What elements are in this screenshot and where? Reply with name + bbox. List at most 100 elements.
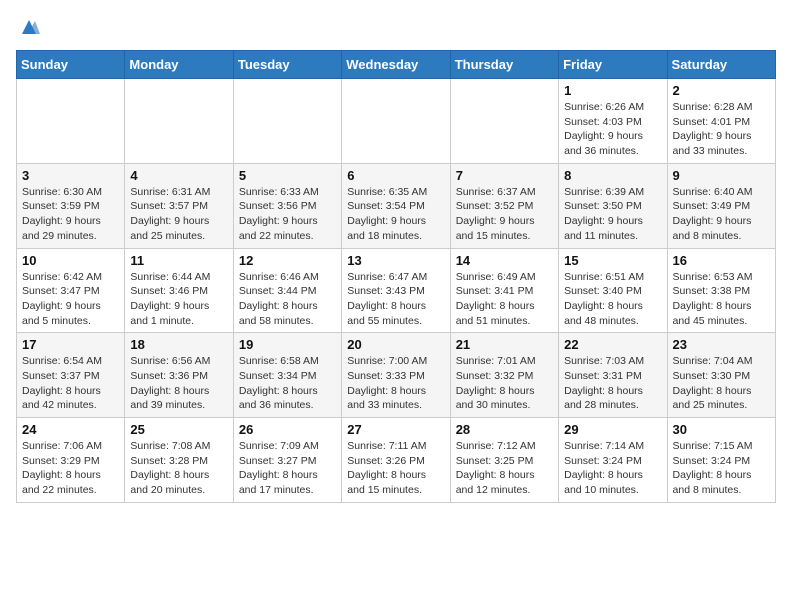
- calendar-week-row: 24 Sunrise: 7:06 AM Sunset: 3:29 PM Dayli…: [17, 418, 776, 503]
- day-info: Sunrise: 6:56 AM Sunset: 3:36 PM Dayligh…: [130, 354, 227, 413]
- calendar-cell: [233, 79, 341, 164]
- day-number: 29: [564, 422, 661, 437]
- calendar-header-thursday: Thursday: [450, 51, 558, 79]
- calendar-cell: 26 Sunrise: 7:09 AM Sunset: 3:27 PM Dayli…: [233, 418, 341, 503]
- day-number: 24: [22, 422, 119, 437]
- calendar-header-row: SundayMondayTuesdayWednesdayThursdayFrid…: [17, 51, 776, 79]
- calendar-cell: 17 Sunrise: 6:54 AM Sunset: 3:37 PM Dayli…: [17, 333, 125, 418]
- calendar-table: SundayMondayTuesdayWednesdayThursdayFrid…: [16, 50, 776, 503]
- logo-icon: [18, 16, 40, 38]
- day-info: Sunrise: 7:04 AM Sunset: 3:30 PM Dayligh…: [673, 354, 770, 413]
- day-number: 21: [456, 337, 553, 352]
- calendar-week-row: 3 Sunrise: 6:30 AM Sunset: 3:59 PM Daylig…: [17, 163, 776, 248]
- day-info: Sunrise: 6:37 AM Sunset: 3:52 PM Dayligh…: [456, 185, 553, 244]
- calendar-cell: 29Sunrise: 7:14 AM Sunset: 3:24 PM Dayli…: [559, 418, 667, 503]
- day-info: Sunrise: 6:44 AM Sunset: 3:46 PM Dayligh…: [130, 270, 227, 329]
- calendar-cell: 11 Sunrise: 6:44 AM Sunset: 3:46 PM Dayli…: [125, 248, 233, 333]
- calendar-cell: 15Sunrise: 6:51 AM Sunset: 3:40 PM Dayli…: [559, 248, 667, 333]
- day-number: 3: [22, 168, 119, 183]
- calendar-cell: 3 Sunrise: 6:30 AM Sunset: 3:59 PM Daylig…: [17, 163, 125, 248]
- day-info: Sunrise: 6:53 AM Sunset: 3:38 PM Dayligh…: [673, 270, 770, 329]
- day-number: 26: [239, 422, 336, 437]
- logo: [16, 16, 40, 38]
- calendar-cell: [450, 79, 558, 164]
- day-number: 14: [456, 253, 553, 268]
- day-info: Sunrise: 6:26 AM Sunset: 4:03 PM Dayligh…: [564, 100, 661, 159]
- calendar-cell: 18Sunrise: 6:56 AM Sunset: 3:36 PM Dayli…: [125, 333, 233, 418]
- calendar-week-row: 1 Sunrise: 6:26 AM Sunset: 4:03 PM Daylig…: [17, 79, 776, 164]
- calendar-cell: 19 Sunrise: 6:58 AM Sunset: 3:34 PM Dayli…: [233, 333, 341, 418]
- day-info: Sunrise: 6:31 AM Sunset: 3:57 PM Dayligh…: [130, 185, 227, 244]
- day-info: Sunrise: 6:30 AM Sunset: 3:59 PM Dayligh…: [22, 185, 119, 244]
- day-number: 1: [564, 83, 661, 98]
- day-number: 27: [347, 422, 444, 437]
- day-number: 2: [673, 83, 770, 98]
- day-number: 5: [239, 168, 336, 183]
- calendar-cell: [125, 79, 233, 164]
- calendar-cell: 4 Sunrise: 6:31 AM Sunset: 3:57 PM Daylig…: [125, 163, 233, 248]
- day-number: 17: [22, 337, 119, 352]
- calendar-cell: 13Sunrise: 6:47 AM Sunset: 3:43 PM Dayli…: [342, 248, 450, 333]
- calendar-cell: 27Sunrise: 7:11 AM Sunset: 3:26 PM Dayli…: [342, 418, 450, 503]
- day-info: Sunrise: 6:28 AM Sunset: 4:01 PM Dayligh…: [673, 100, 770, 159]
- calendar-cell: 6Sunrise: 6:35 AM Sunset: 3:54 PM Daylig…: [342, 163, 450, 248]
- day-info: Sunrise: 7:03 AM Sunset: 3:31 PM Dayligh…: [564, 354, 661, 413]
- day-number: 10: [22, 253, 119, 268]
- calendar-cell: 28 Sunrise: 7:12 AM Sunset: 3:25 PM Dayli…: [450, 418, 558, 503]
- day-info: Sunrise: 7:08 AM Sunset: 3:28 PM Dayligh…: [130, 439, 227, 498]
- day-info: Sunrise: 7:15 AM Sunset: 3:24 PM Dayligh…: [673, 439, 770, 498]
- calendar-cell: 2 Sunrise: 6:28 AM Sunset: 4:01 PM Daylig…: [667, 79, 775, 164]
- calendar-cell: 5 Sunrise: 6:33 AM Sunset: 3:56 PM Daylig…: [233, 163, 341, 248]
- calendar-cell: 20Sunrise: 7:00 AM Sunset: 3:33 PM Dayli…: [342, 333, 450, 418]
- day-info: Sunrise: 7:12 AM Sunset: 3:25 PM Dayligh…: [456, 439, 553, 498]
- calendar-cell: 9 Sunrise: 6:40 AM Sunset: 3:49 PM Daylig…: [667, 163, 775, 248]
- day-info: Sunrise: 6:54 AM Sunset: 3:37 PM Dayligh…: [22, 354, 119, 413]
- calendar-week-row: 17 Sunrise: 6:54 AM Sunset: 3:37 PM Dayli…: [17, 333, 776, 418]
- day-number: 16: [673, 253, 770, 268]
- day-number: 23: [673, 337, 770, 352]
- day-info: Sunrise: 6:58 AM Sunset: 3:34 PM Dayligh…: [239, 354, 336, 413]
- calendar-cell: 25Sunrise: 7:08 AM Sunset: 3:28 PM Dayli…: [125, 418, 233, 503]
- page-header: [16, 16, 776, 38]
- calendar-header-monday: Monday: [125, 51, 233, 79]
- day-number: 4: [130, 168, 227, 183]
- calendar-header-tuesday: Tuesday: [233, 51, 341, 79]
- day-number: 30: [673, 422, 770, 437]
- day-info: Sunrise: 6:42 AM Sunset: 3:47 PM Dayligh…: [22, 270, 119, 329]
- day-number: 28: [456, 422, 553, 437]
- calendar-cell: 7 Sunrise: 6:37 AM Sunset: 3:52 PM Daylig…: [450, 163, 558, 248]
- calendar-cell: 10 Sunrise: 6:42 AM Sunset: 3:47 PM Dayli…: [17, 248, 125, 333]
- day-number: 11: [130, 253, 227, 268]
- calendar-header-wednesday: Wednesday: [342, 51, 450, 79]
- calendar-cell: 16 Sunrise: 6:53 AM Sunset: 3:38 PM Dayli…: [667, 248, 775, 333]
- day-info: Sunrise: 6:49 AM Sunset: 3:41 PM Dayligh…: [456, 270, 553, 329]
- calendar-cell: 30 Sunrise: 7:15 AM Sunset: 3:24 PM Dayli…: [667, 418, 775, 503]
- day-number: 15: [564, 253, 661, 268]
- calendar-cell: 14 Sunrise: 6:49 AM Sunset: 3:41 PM Dayli…: [450, 248, 558, 333]
- calendar-cell: [342, 79, 450, 164]
- day-number: 22: [564, 337, 661, 352]
- day-info: Sunrise: 6:33 AM Sunset: 3:56 PM Dayligh…: [239, 185, 336, 244]
- calendar-cell: 22 Sunrise: 7:03 AM Sunset: 3:31 PM Dayli…: [559, 333, 667, 418]
- day-info: Sunrise: 6:46 AM Sunset: 3:44 PM Dayligh…: [239, 270, 336, 329]
- calendar-cell: 21 Sunrise: 7:01 AM Sunset: 3:32 PM Dayli…: [450, 333, 558, 418]
- calendar-cell: [17, 79, 125, 164]
- day-info: Sunrise: 7:06 AM Sunset: 3:29 PM Dayligh…: [22, 439, 119, 498]
- day-info: Sunrise: 7:01 AM Sunset: 3:32 PM Dayligh…: [456, 354, 553, 413]
- day-info: Sunrise: 6:40 AM Sunset: 3:49 PM Dayligh…: [673, 185, 770, 244]
- day-number: 12: [239, 253, 336, 268]
- calendar-cell: 1 Sunrise: 6:26 AM Sunset: 4:03 PM Daylig…: [559, 79, 667, 164]
- day-number: 19: [239, 337, 336, 352]
- day-info: Sunrise: 7:09 AM Sunset: 3:27 PM Dayligh…: [239, 439, 336, 498]
- day-info: Sunrise: 6:35 AM Sunset: 3:54 PM Dayligh…: [347, 185, 444, 244]
- day-number: 9: [673, 168, 770, 183]
- calendar-cell: 12 Sunrise: 6:46 AM Sunset: 3:44 PM Dayli…: [233, 248, 341, 333]
- calendar-cell: 23 Sunrise: 7:04 AM Sunset: 3:30 PM Dayli…: [667, 333, 775, 418]
- day-info: Sunrise: 6:47 AM Sunset: 3:43 PM Dayligh…: [347, 270, 444, 329]
- day-number: 20: [347, 337, 444, 352]
- day-info: Sunrise: 6:39 AM Sunset: 3:50 PM Dayligh…: [564, 185, 661, 244]
- calendar-header-friday: Friday: [559, 51, 667, 79]
- day-number: 7: [456, 168, 553, 183]
- calendar-week-row: 10 Sunrise: 6:42 AM Sunset: 3:47 PM Dayli…: [17, 248, 776, 333]
- calendar-cell: 8Sunrise: 6:39 AM Sunset: 3:50 PM Daylig…: [559, 163, 667, 248]
